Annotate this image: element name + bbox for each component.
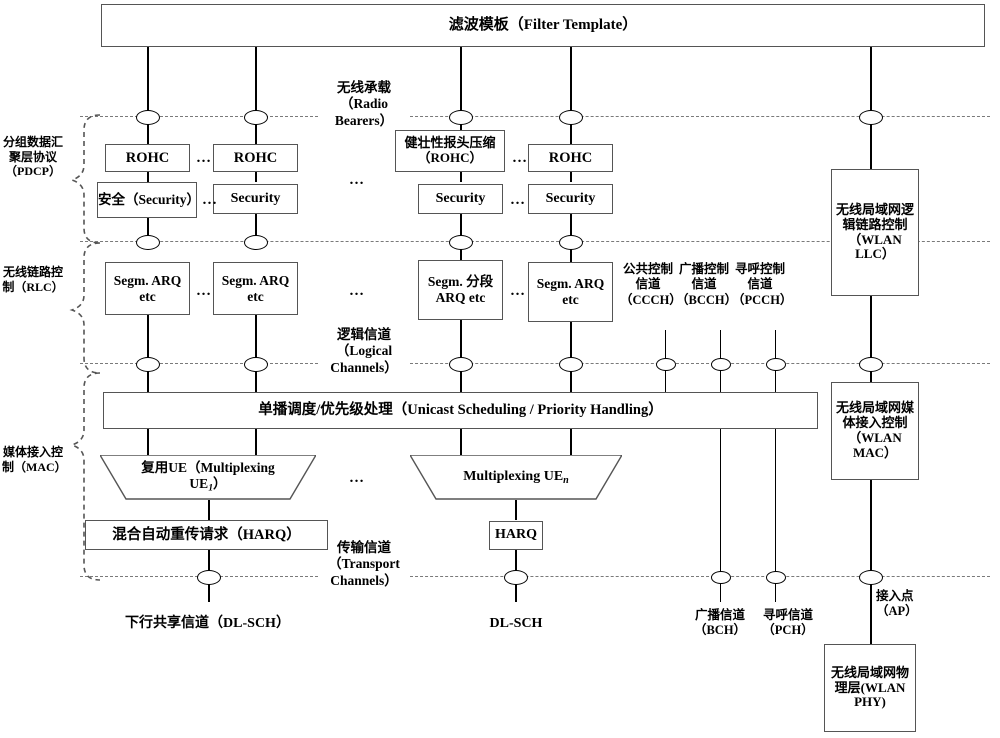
unicast-scheduler-box[interactable]: 单播调度/优先级处理（Unicast Scheduling / Priority… <box>103 392 818 429</box>
ellipsis-sec-1-2: … <box>202 192 218 208</box>
dl-sch-label-1: 下行共享信道（DL-SCH） <box>125 616 290 631</box>
node-pr-col4 <box>559 235 583 250</box>
diagram-canvas: 滤波模板（Filter Template） 无线承载（Radio Bearers… <box>0 0 1000 738</box>
layer-label-mac: 媒体接入控制（MAC） <box>2 445 67 474</box>
dl-sch-label-n: DL-SCH <box>489 616 543 631</box>
link-col4-rohc-sec <box>570 172 572 182</box>
mux-uen-text: Multiplexing UE <box>463 468 564 484</box>
harq-box-n[interactable]: HARQ <box>489 521 543 550</box>
rohc-box-3[interactable]: 健壮性报头压缩（ROHC） <box>395 130 505 172</box>
harq-box-1[interactable]: 混合自动重传请求（HARQ） <box>85 520 328 550</box>
rohc-box-4[interactable]: ROHC <box>528 144 613 172</box>
mux-ue1-tail: ） <box>213 476 227 492</box>
radio-bearers-label: 无线承载（Radio Bearers） <box>334 80 394 128</box>
ellipsis-sec-3-4: … <box>510 192 526 208</box>
link-col3-sched-mux <box>460 429 462 455</box>
logical-channels-dashline-left <box>80 363 318 364</box>
link-col2-rohc-sec <box>255 172 257 182</box>
ellipsis-segm-1-2: … <box>196 283 212 299</box>
ap-label: 接入点（AP） <box>876 589 918 619</box>
node-pr-col1 <box>136 235 160 250</box>
link-col1-rlc-log <box>147 315 149 363</box>
node-tc-dlsch1 <box>197 570 221 585</box>
node-rb-col4 <box>559 110 583 125</box>
security-box-4[interactable]: Security <box>528 184 613 214</box>
node-lc-col1 <box>136 357 160 372</box>
link-col2-rlc-log <box>255 315 257 363</box>
transport-channels-dashline-right <box>410 576 990 577</box>
segm-box-2[interactable]: Segm. ARQ etc <box>213 262 298 315</box>
node-lc-col4 <box>559 357 583 372</box>
mux-ue1-line2: UE <box>189 476 209 492</box>
wlan-llc-box[interactable]: 无线局域网逻辑链路控制（WLAN LLC） <box>831 169 919 296</box>
node-rb-col3 <box>449 110 473 125</box>
link-col1-sched-mux <box>147 429 149 455</box>
layer-braces <box>69 114 101 581</box>
trunk-line-col1 <box>147 47 149 116</box>
node-lc-bcch <box>711 358 731 371</box>
segm-box-4[interactable]: Segm. ARQ etc <box>528 262 613 322</box>
multiplexing-ue1-trapezoid[interactable]: 复用UE（Multiplexing UE1） <box>100 455 316 500</box>
node-lc-ccch <box>656 358 676 371</box>
link-col3-rohc-sec <box>460 172 462 182</box>
ellipsis-rohc-1-2: … <box>196 150 212 166</box>
link-muxn-harq <box>515 500 517 520</box>
link-col4-sched-mux <box>570 429 572 455</box>
ellipsis-rlc-mid: … <box>349 283 365 299</box>
wlan-mac-box[interactable]: 无线局域网媒体接入控制（WLAN MAC） <box>831 382 919 480</box>
trunk-line-col4 <box>570 47 572 116</box>
security-box-1[interactable]: 安全（Security） <box>97 182 200 218</box>
filter-template-box[interactable]: 滤波模板（Filter Template） <box>101 4 985 47</box>
link-wlan-mac-phy <box>870 480 872 580</box>
node-pr-col3 <box>449 235 473 250</box>
segm-box-3[interactable]: Segm. 分段ARQ etc <box>418 260 503 320</box>
layer-label-pdcp: 分组数据汇聚层协议（PDCP） <box>2 135 63 179</box>
logical-channels-label: 逻辑信道（Logical Channels） <box>330 327 398 375</box>
transport-channels-label: 传输信道（Transport Channels） <box>328 540 400 588</box>
bcch-label: 广播控制信道（BCCH） <box>676 262 738 307</box>
pcch-label: 寻呼控制信道（PCCH） <box>732 262 793 307</box>
multiplexing-uen-trapezoid[interactable]: Multiplexing UEn <box>410 455 622 500</box>
ellipsis-pdcp-mid: … <box>349 172 365 188</box>
node-tc-dlschn <box>504 570 528 585</box>
logical-channels-dashline-right <box>410 363 990 364</box>
ellipsis-rohc-3-4: … <box>512 150 528 166</box>
link-col1-rohc-sec <box>147 172 149 182</box>
radio-bearers-dashline-left <box>80 116 318 117</box>
node-pr-col2 <box>244 235 268 250</box>
mux-uen-subscript: n <box>563 474 569 486</box>
node-tc-pch <box>766 571 786 584</box>
rohc-box-2[interactable]: ROHC <box>213 144 298 172</box>
node-lc-wlan <box>859 357 883 372</box>
ellipsis-segm-3-4: … <box>510 283 526 299</box>
layer-label-rlc: 无线链路控制（RLC） <box>2 265 64 294</box>
link-wlan-llc-mac <box>870 296 872 363</box>
rohc-box-1[interactable]: ROHC <box>105 144 190 172</box>
security-box-3[interactable]: Security <box>418 184 503 214</box>
wlan-phy-box[interactable]: 无线局域网物理层(WLAN PHY) <box>824 644 916 732</box>
radio-bearers-dashline-right <box>410 116 990 117</box>
ellipsis-mux: … <box>349 470 365 486</box>
link-wlan-ap-phy <box>870 576 872 644</box>
ccch-label: 公共控制信道（CCCH） <box>620 262 682 307</box>
trunk-line-wlan <box>870 47 872 116</box>
node-lc-col3 <box>449 357 473 372</box>
node-rb-wlan <box>859 110 883 125</box>
node-tc-bch <box>711 571 731 584</box>
link-col2-sched-mux <box>255 429 257 455</box>
mux-ue1-line1: 复用UE（Multiplexing <box>141 460 275 476</box>
link-mux1-harq <box>208 500 210 520</box>
security-box-2[interactable]: Security <box>213 184 298 214</box>
trunk-line-col3 <box>460 47 462 116</box>
segm-box-1[interactable]: Segm. ARQ etc <box>105 262 190 315</box>
node-lc-col2 <box>244 357 268 372</box>
node-lc-pcch <box>766 358 786 371</box>
trunk-line-col2 <box>255 47 257 116</box>
pch-label: 寻呼信道（PCH） <box>762 608 814 638</box>
node-tc-ap <box>859 570 883 585</box>
node-rb-col2 <box>244 110 268 125</box>
node-rb-col1 <box>136 110 160 125</box>
